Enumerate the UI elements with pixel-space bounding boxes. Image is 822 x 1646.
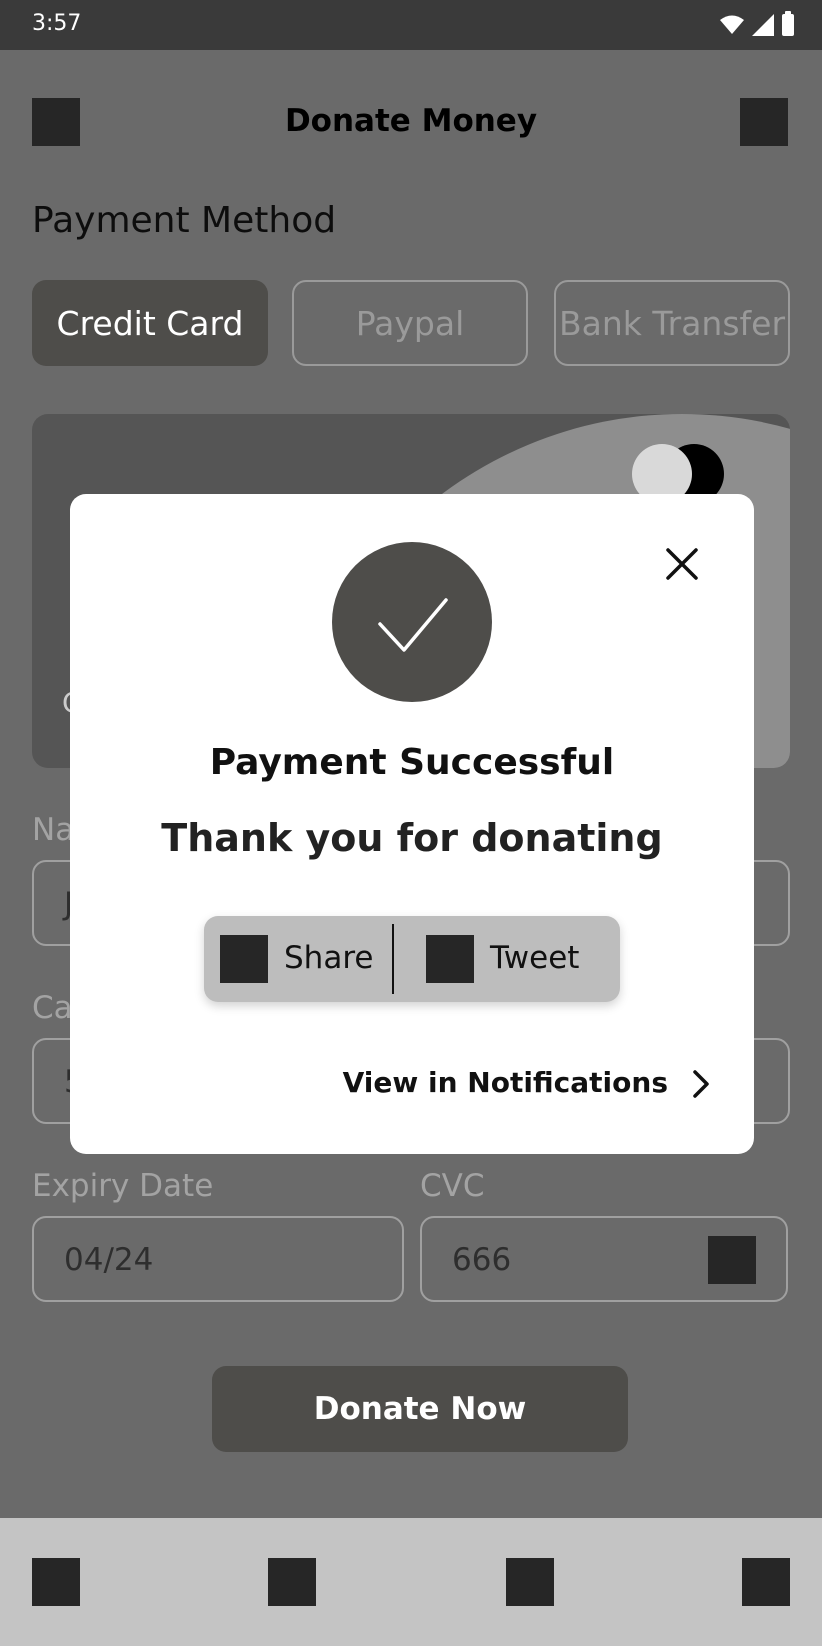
cvc-info-icon[interactable]: [708, 1236, 756, 1284]
success-title: Payment Successful: [209, 742, 615, 783]
tweet-button[interactable]: Tweet: [490, 940, 579, 976]
nav-home-icon[interactable]: [32, 1558, 80, 1606]
page-title: Donate Money: [284, 103, 538, 139]
expiry-date-label: Expiry Date: [32, 1168, 214, 1204]
share-divider: [392, 924, 394, 994]
status-time: 3:57: [32, 11, 82, 36]
expiry-date-value: 04/24: [64, 1242, 154, 1278]
share-button[interactable]: Share: [284, 940, 373, 976]
wifi-icon: [720, 15, 744, 34]
card-number-label: Ca: [32, 990, 73, 1026]
nav-profile-icon[interactable]: [742, 1558, 790, 1606]
donate-now-button[interactable]: Donate Now: [212, 1366, 628, 1452]
share-actions: Share Tweet: [204, 916, 620, 1002]
close-icon[interactable]: [664, 546, 700, 582]
nav-notifications-icon[interactable]: [506, 1558, 554, 1606]
cellular-signal-icon: [752, 14, 774, 36]
payment-method-title: Payment Method: [32, 200, 337, 241]
status-icons: [720, 11, 794, 36]
success-subtitle: Thank you for donating: [161, 816, 663, 860]
name-label: Na: [32, 812, 75, 848]
cvc-value: 666: [452, 1242, 512, 1278]
cvc-label: CVC: [420, 1168, 485, 1204]
expiry-date-field[interactable]: 04/24: [32, 1216, 404, 1302]
menu-button[interactable]: [740, 98, 788, 146]
view-notifications-link[interactable]: View in Notifications: [343, 1066, 668, 1099]
cvc-field[interactable]: 666: [420, 1216, 788, 1302]
paypal-tab[interactable]: Paypal: [292, 280, 528, 366]
tweet-icon[interactable]: [426, 935, 474, 983]
battery-icon: [782, 11, 794, 36]
status-bar: 3:57: [0, 0, 822, 50]
payment-success-dialog: Payment Successful Thank you for donatin…: [70, 494, 754, 1154]
bank-transfer-tab[interactable]: Bank Transfer: [554, 280, 790, 366]
credit-card-tab[interactable]: Credit Card: [32, 280, 268, 366]
chevron-right-icon[interactable]: [690, 1068, 712, 1100]
nav-explore-icon[interactable]: [268, 1558, 316, 1606]
bottom-navigation: [0, 1518, 822, 1646]
share-icon[interactable]: [220, 935, 268, 983]
success-check-icon: [332, 542, 492, 702]
